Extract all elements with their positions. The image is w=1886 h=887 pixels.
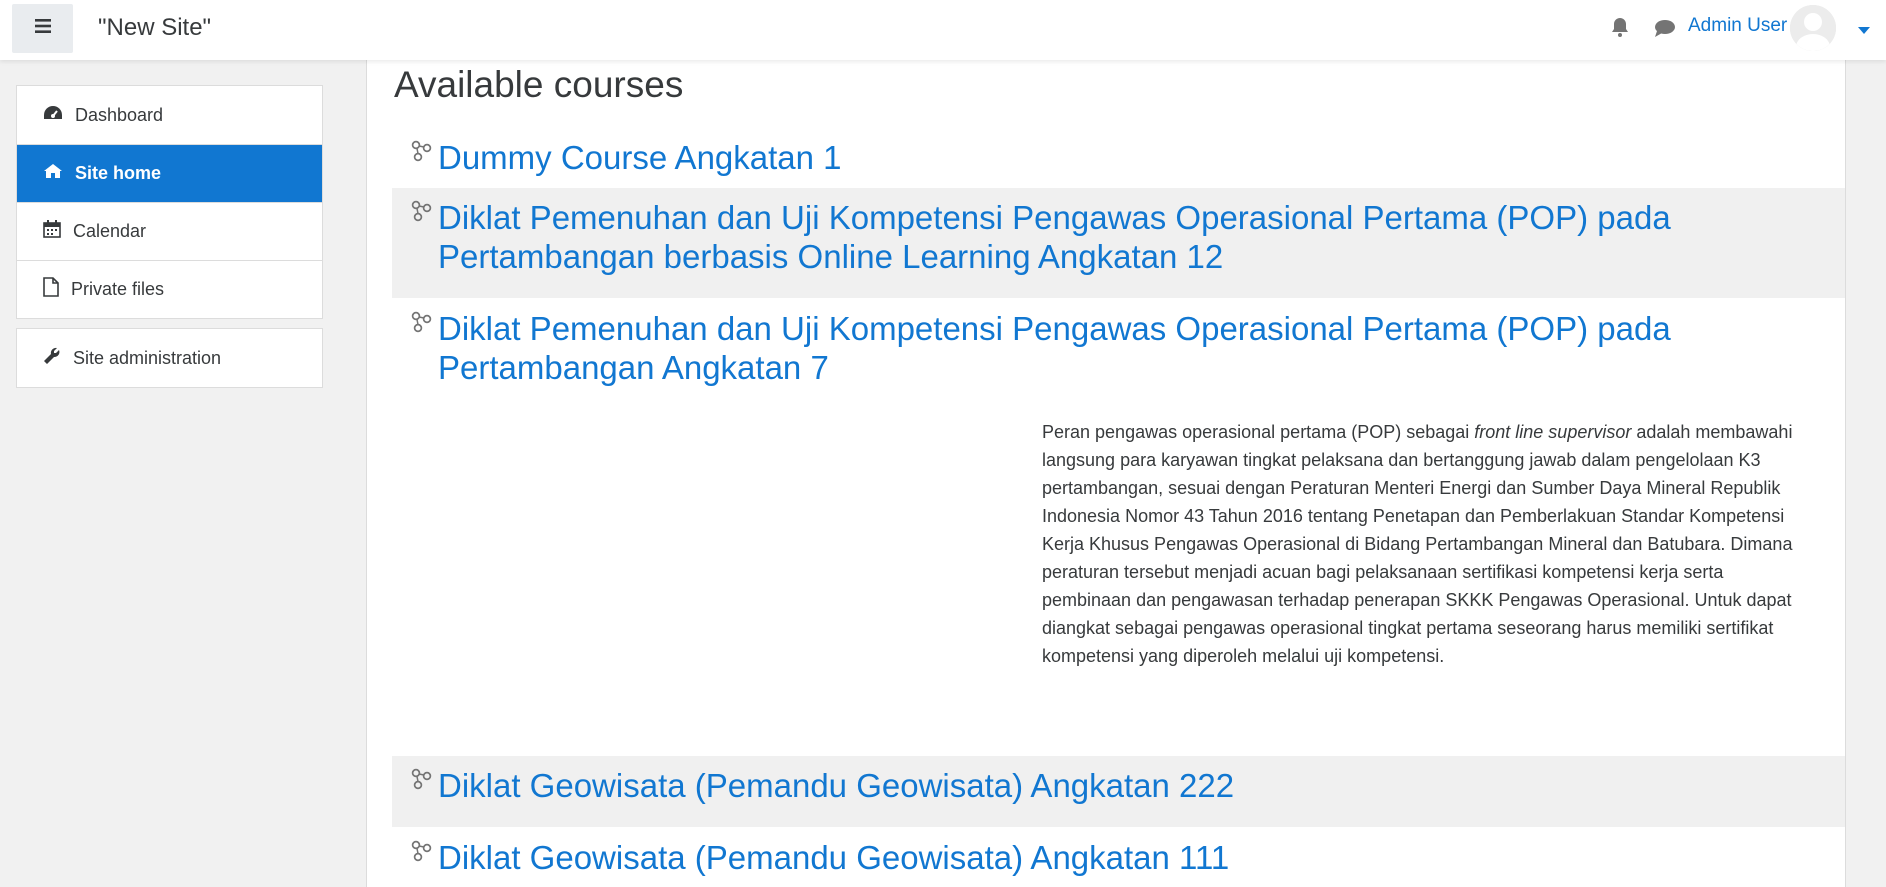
course-icon bbox=[410, 311, 432, 338]
course-item: Diklat Geowisata (Pemandu Geowisata) Ang… bbox=[392, 828, 1845, 887]
top-navbar: "New Site" Admin User bbox=[0, 0, 1886, 60]
user-name[interactable]: Admin User bbox=[1688, 15, 1787, 37]
sidebar-item-label: Calendar bbox=[73, 221, 147, 241]
sidebar-item-label: Private files bbox=[71, 279, 165, 299]
home-icon bbox=[43, 163, 75, 184]
hamburger-icon bbox=[34, 19, 51, 38]
sidebar-item-label: Dashboard bbox=[75, 104, 164, 125]
course-link[interactable]: Diklat Geowisata (Pemandu Geowisata) Ang… bbox=[438, 838, 1818, 877]
main-region: Available courses Dummy Course Angkatan … bbox=[366, 60, 1846, 887]
page-title: Available courses bbox=[394, 64, 684, 105]
sidebar-item-label: Site administration bbox=[73, 347, 222, 368]
caret-down-icon[interactable] bbox=[1858, 22, 1870, 40]
wrench-icon bbox=[43, 347, 73, 370]
bell-icon[interactable] bbox=[1611, 17, 1629, 42]
sidebar-item-label: Site home bbox=[75, 163, 162, 183]
sidebar-item-calendar[interactable]: Calendar bbox=[17, 202, 322, 260]
course-item: Diklat Pemenuhan dan Uji Kompetensi Peng… bbox=[392, 188, 1845, 298]
course-item: Diklat Geowisata (Pemandu Geowisata) Ang… bbox=[392, 756, 1845, 827]
course-icon bbox=[410, 140, 432, 167]
course-link[interactable]: Diklat Pemenuhan dan Uji Kompetensi Peng… bbox=[438, 309, 1818, 387]
drawer-toggle-button[interactable] bbox=[12, 4, 73, 53]
nav-drawer: Dashboard Site home Calendar Private fil… bbox=[0, 60, 346, 887]
calendar-icon bbox=[43, 220, 73, 243]
dashboard-icon bbox=[43, 105, 75, 126]
course-link[interactable]: Diklat Pemenuhan dan Uji Kompetensi Peng… bbox=[438, 198, 1818, 276]
nav-block-main: Dashboard Site home Calendar Private fil… bbox=[16, 85, 323, 319]
site-name[interactable]: "New Site" bbox=[98, 14, 211, 42]
comment-icon[interactable] bbox=[1654, 19, 1676, 42]
sidebar-item-site-home[interactable]: Site home bbox=[17, 144, 322, 202]
summary-italic: front line supervisor bbox=[1474, 422, 1632, 442]
course-icon bbox=[410, 200, 432, 227]
sidebar-item-site-administration[interactable]: Site administration bbox=[17, 329, 322, 387]
nav-block-admin: Site administration bbox=[16, 328, 323, 388]
avatar[interactable] bbox=[1790, 5, 1836, 51]
course-link[interactable]: Diklat Geowisata (Pemandu Geowisata) Ang… bbox=[438, 766, 1818, 805]
sidebar-item-dashboard[interactable]: Dashboard bbox=[17, 86, 322, 144]
course-icon bbox=[410, 768, 432, 795]
course-link[interactable]: Dummy Course Angkatan 1 bbox=[438, 138, 1818, 177]
sidebar-item-private-files[interactable]: Private files bbox=[17, 260, 322, 318]
summary-text: adalah membawahi langsung para karyawan … bbox=[1042, 422, 1793, 666]
summary-text: Peran pengawas operasional pertama (POP)… bbox=[1042, 422, 1475, 442]
course-icon bbox=[410, 840, 432, 867]
course-summary: Peran pengawas operasional pertama (POP)… bbox=[1042, 418, 1817, 670]
file-icon bbox=[43, 277, 71, 302]
